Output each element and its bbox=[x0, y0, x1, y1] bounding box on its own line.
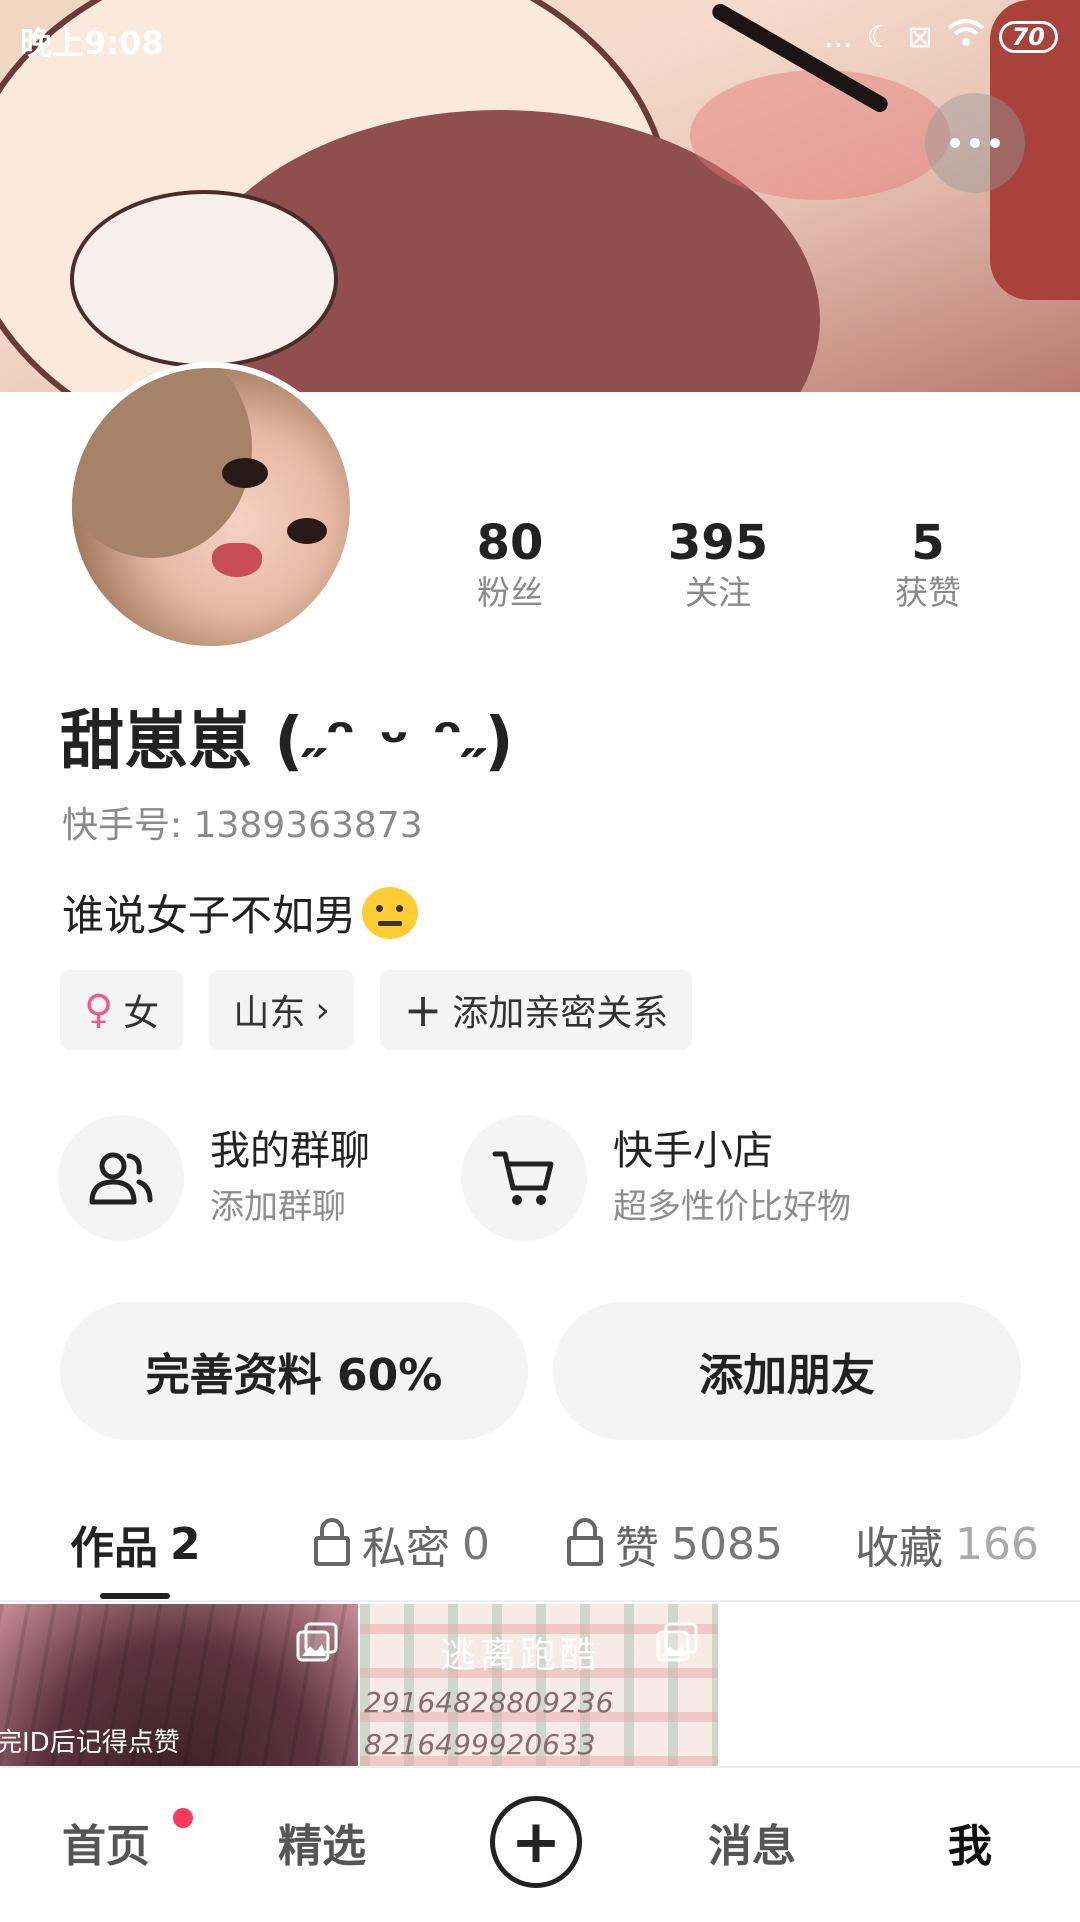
avatar-eye bbox=[287, 518, 327, 544]
multi-image-icon bbox=[296, 1622, 338, 1662]
thumbnail-title: 逃离跑酷 bbox=[440, 1635, 601, 1676]
stat-label: 粉丝 bbox=[477, 573, 543, 612]
relationship-label: 添加亲密关系 bbox=[452, 993, 669, 1034]
nav-messages[interactable]: 消息 bbox=[708, 1810, 796, 1874]
female-icon: ♀ bbox=[84, 987, 114, 1033]
entry-subtitle: 超多性价比好物 bbox=[613, 1187, 851, 1227]
plus-icon: + bbox=[403, 983, 443, 1037]
tab-label: 赞 bbox=[615, 1523, 659, 1574]
tab-count: 166 bbox=[955, 1518, 1039, 1570]
cart-icon-wrap bbox=[461, 1115, 587, 1241]
cover-art bbox=[690, 70, 950, 200]
multi-image-icon bbox=[656, 1622, 698, 1662]
avatar-image bbox=[72, 368, 350, 646]
stat-fans[interactable]: 80 粉丝 bbox=[430, 515, 590, 615]
nav-home[interactable]: 首页 bbox=[62, 1810, 150, 1874]
group-icon bbox=[89, 1152, 153, 1205]
profile-bio: 谁说女子不如男 bbox=[62, 882, 419, 943]
content-tabs: 作品 2 私密 0 赞 5085 收藏 166 bbox=[0, 1500, 1080, 1602]
work-thumbnail[interactable]: 逃离跑酷 29164828809236 8216499920633 bbox=[360, 1604, 718, 1766]
thumbnail-text-line: 29164828809236 bbox=[364, 1686, 614, 1719]
group-chat-entry[interactable]: 我的群聊 添加群聊 bbox=[58, 1115, 370, 1241]
stat-likes[interactable]: 5 获赞 bbox=[848, 515, 1008, 615]
tab-likes[interactable]: 赞 5085 bbox=[567, 1512, 783, 1576]
status-bar: 晚上9:08 ... ☾ ⊠ 70 bbox=[0, 0, 1080, 76]
avatar-eye bbox=[222, 458, 268, 488]
entry-title: 我的群聊 bbox=[210, 1128, 370, 1174]
plus-icon: + bbox=[510, 1807, 562, 1877]
wifi-icon bbox=[947, 18, 985, 56]
gender-tag[interactable]: ♀ 女 bbox=[60, 970, 184, 1050]
location-label: 山东 bbox=[233, 993, 306, 1034]
chevron-right-icon: › bbox=[315, 989, 330, 1031]
cover-art bbox=[70, 190, 338, 368]
avatar-mouth bbox=[212, 543, 262, 577]
entry-title: 快手小店 bbox=[613, 1128, 773, 1174]
feature-entries: 我的群聊 添加群聊 快手小店 超多性价比好物 bbox=[58, 1115, 1058, 1243]
more-dots-icon: ... bbox=[823, 19, 853, 55]
stat-number: 5 bbox=[911, 515, 945, 571]
entry-text: 快手小店 超多性价比好物 bbox=[613, 1125, 851, 1231]
tab-count: 0 bbox=[462, 1518, 490, 1570]
complete-profile-button[interactable]: 完善资料 60% bbox=[60, 1302, 528, 1440]
shop-entry[interactable]: 快手小店 超多性价比好物 bbox=[461, 1115, 851, 1241]
tab-count: 2 bbox=[170, 1518, 201, 1570]
location-tag[interactable]: 山东 › bbox=[209, 970, 354, 1050]
neutral-face-icon bbox=[362, 886, 419, 939]
tab-favorites[interactable]: 收藏 166 bbox=[855, 1512, 1039, 1576]
work-thumbnail[interactable]: 完ID后记得点赞 bbox=[0, 1604, 358, 1766]
add-relationship-tag[interactable]: + 添加亲密关系 bbox=[379, 970, 693, 1050]
lock-icon bbox=[314, 1518, 350, 1566]
profile-nickname: 甜崽崽 (˶ᵔ ᵕ ᵔ˶) bbox=[60, 705, 514, 779]
bottom-navigation: 首页 精选 + 消息 我 bbox=[0, 1766, 1080, 1922]
thumbnail-caption: 完ID后记得点赞 bbox=[0, 1728, 180, 1758]
moon-icon: ☾ bbox=[866, 19, 894, 55]
notification-dot bbox=[173, 1808, 193, 1828]
entry-text: 我的群聊 添加群聊 bbox=[210, 1125, 370, 1231]
stat-number: 80 bbox=[476, 515, 544, 571]
profile-tags: ♀ 女 山东 › + 添加亲密关系 bbox=[60, 970, 693, 1050]
cart-icon bbox=[492, 1151, 554, 1205]
lock-icon bbox=[567, 1518, 603, 1566]
tab-count: 5085 bbox=[671, 1518, 783, 1570]
stat-following[interactable]: 395 关注 bbox=[638, 515, 798, 615]
sim-icon: ⊠ bbox=[907, 19, 933, 55]
stat-label: 关注 bbox=[685, 573, 751, 612]
tab-label: 私密 bbox=[362, 1523, 450, 1574]
battery-icon: 70 bbox=[998, 21, 1058, 53]
works-grid: 完ID后记得点赞 逃离跑酷 29164828809236 82164999206… bbox=[0, 1604, 1080, 1766]
more-options-button[interactable] bbox=[925, 93, 1025, 193]
group-icon-wrap bbox=[58, 1115, 184, 1241]
status-time: 晚上9:08 bbox=[20, 24, 164, 62]
avatar[interactable] bbox=[66, 362, 356, 652]
create-button[interactable]: + bbox=[490, 1796, 582, 1888]
avatar-hair bbox=[72, 368, 252, 558]
entry-subtitle: 添加群聊 bbox=[210, 1187, 346, 1227]
status-icons: ... ☾ ⊠ 70 bbox=[824, 18, 1058, 56]
kuaishou-id[interactable]: 快手号: 1389363873 bbox=[62, 796, 423, 848]
dot-icon bbox=[950, 138, 960, 148]
nav-me[interactable]: 我 bbox=[948, 1810, 992, 1874]
tab-works[interactable]: 作品 2 bbox=[70, 1512, 201, 1576]
stat-label: 获赞 bbox=[895, 573, 961, 612]
active-tab-indicator bbox=[100, 1593, 170, 1599]
tab-private[interactable]: 私密 0 bbox=[314, 1512, 490, 1576]
bio-text: 谁说女子不如男 bbox=[62, 891, 357, 940]
dot-icon bbox=[990, 138, 1000, 148]
stat-number: 395 bbox=[667, 515, 769, 571]
dot-icon bbox=[970, 138, 980, 148]
tab-label: 收藏 bbox=[855, 1523, 943, 1574]
gender-label: 女 bbox=[123, 993, 160, 1034]
thumbnail-text-line: 8216499920633 bbox=[364, 1728, 596, 1761]
nav-featured[interactable]: 精选 bbox=[278, 1810, 366, 1874]
tab-label: 作品 bbox=[70, 1523, 158, 1574]
add-friend-button[interactable]: 添加朋友 bbox=[553, 1302, 1021, 1440]
